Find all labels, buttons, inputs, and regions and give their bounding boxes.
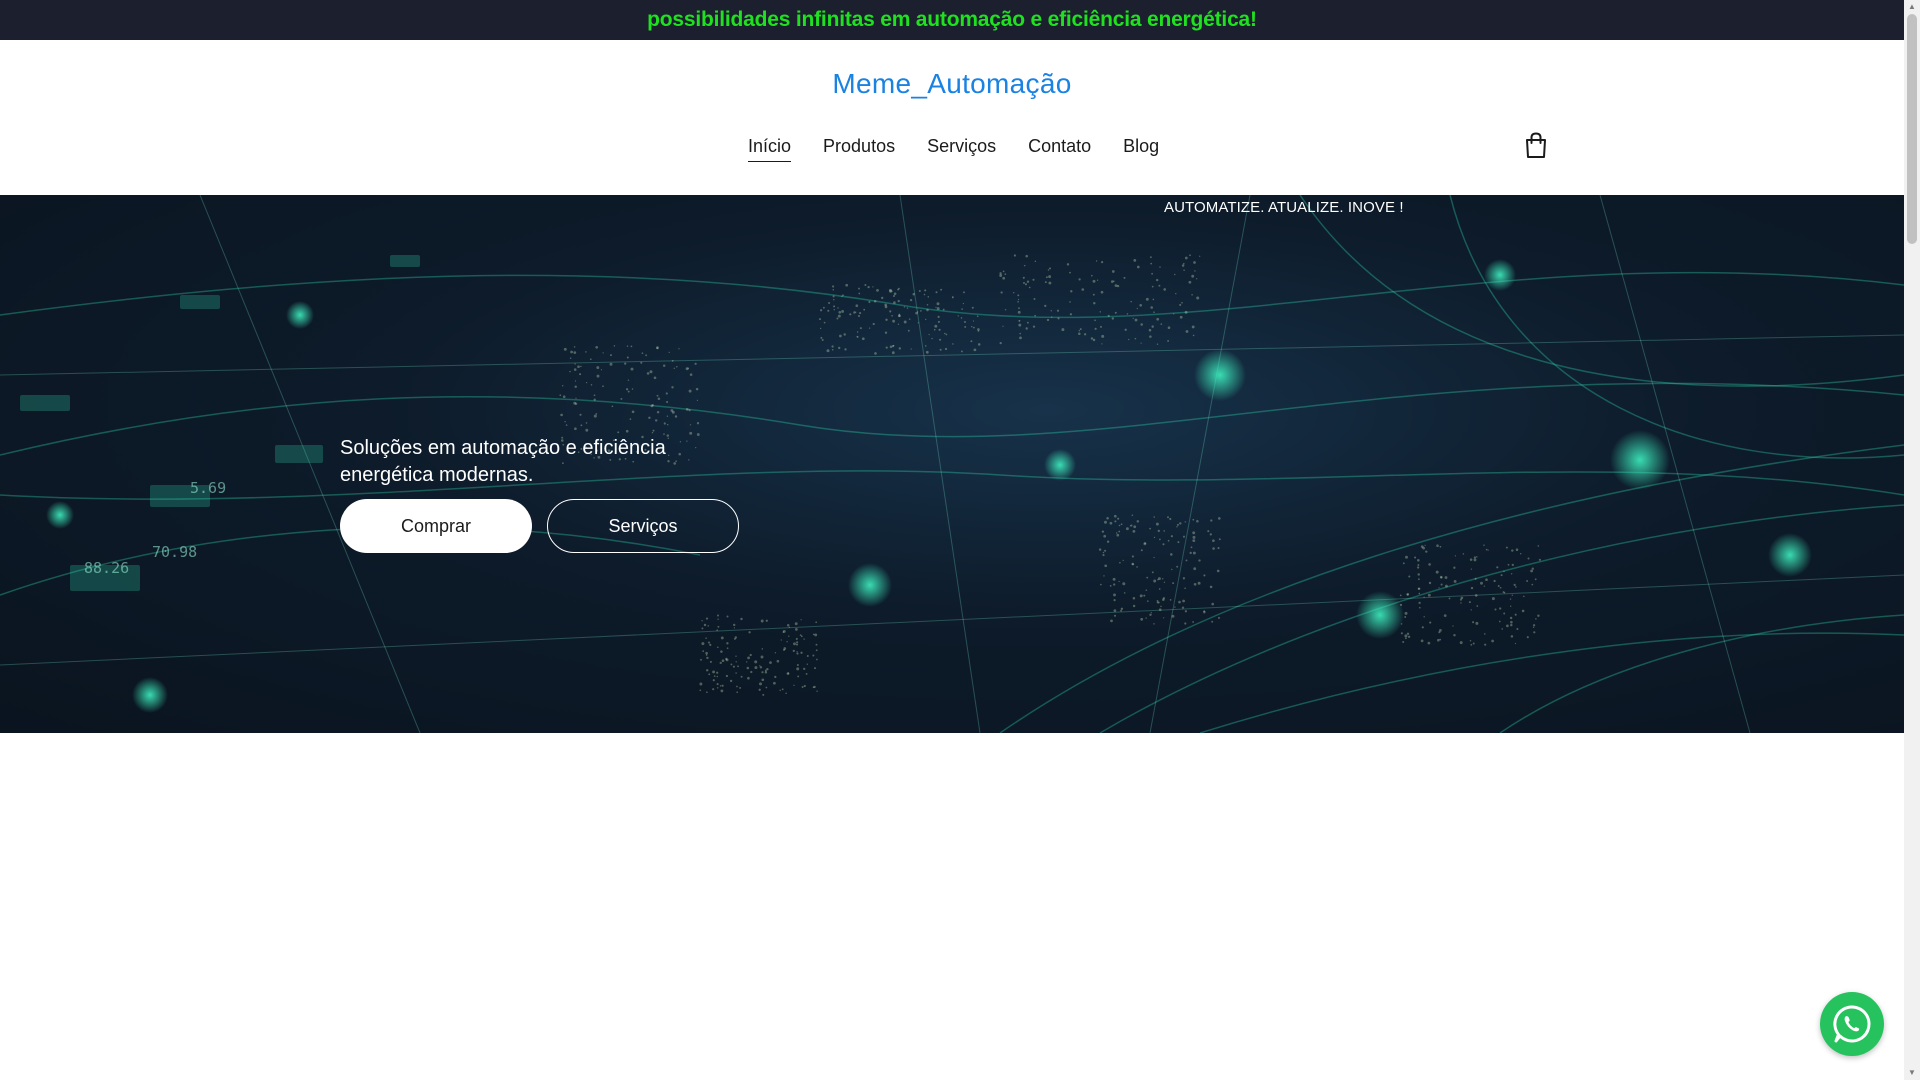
page-viewport: possibilidades infinitas em automação e … bbox=[0, 0, 1904, 1080]
nav-item-produtos[interactable]: Produtos bbox=[823, 136, 895, 161]
hero-subtitle: Soluções em automação e eficiência energ… bbox=[340, 437, 666, 486]
scroll-down-icon[interactable]: ▼ bbox=[1904, 1066, 1920, 1080]
announcement-bar: possibilidades infinitas em automação e … bbox=[0, 0, 1904, 40]
nav-item-contato[interactable]: Contato bbox=[1028, 136, 1091, 161]
whatsapp-icon[interactable] bbox=[1820, 992, 1884, 1056]
main-nav: Início Produtos Serviços Contato Blog bbox=[748, 136, 1159, 162]
servicos-button[interactable]: Serviços bbox=[547, 499, 739, 553]
site-header: Meme_Automação Início Produtos Serviços … bbox=[0, 40, 1904, 195]
scrollbar-thumb[interactable] bbox=[1907, 14, 1917, 244]
announcement-text: possibilidades infinitas em automação e … bbox=[647, 8, 1257, 31]
nav-item-blog[interactable]: Blog bbox=[1123, 136, 1159, 161]
hero-background-image: 88.26 70.98 5.69 bbox=[0, 195, 1904, 733]
scroll-up-icon[interactable]: ▲ bbox=[1904, 0, 1920, 14]
nav-item-inicio[interactable]: Início bbox=[748, 136, 792, 162]
bg-number-3: 5.69 bbox=[190, 479, 226, 497]
hero-tagline: AUTOMATIZE. ATUALIZE. INOVE ! bbox=[1164, 199, 1404, 216]
comprar-button[interactable]: Comprar bbox=[340, 499, 532, 553]
bg-number-1: 88.26 bbox=[84, 559, 129, 577]
shopping-bag-icon[interactable] bbox=[1523, 131, 1549, 159]
nav-item-servicos[interactable]: Serviços bbox=[927, 136, 996, 161]
site-brand[interactable]: Meme_Automação bbox=[0, 68, 1904, 100]
page-scrollbar[interactable]: ▲ ▼ bbox=[1904, 0, 1920, 1080]
bg-number-2: 70.98 bbox=[152, 543, 197, 561]
hero-section: 88.26 70.98 5.69 AUTOMATIZE. ATUALIZE. I… bbox=[0, 195, 1904, 733]
